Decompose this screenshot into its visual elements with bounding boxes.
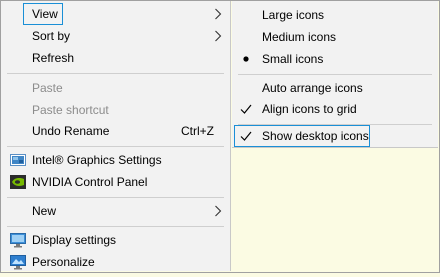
submenu-item-auto-arrange[interactable]: Auto arrange icons <box>232 77 438 99</box>
menu-item-label: Sort by <box>32 29 71 43</box>
submenu-item-label: Show desktop icons <box>262 129 369 143</box>
menu-item-intel-graphics[interactable]: Intel® Graphics Settings <box>1 149 230 171</box>
checkmark-icon <box>240 98 254 120</box>
submenu-item-label: Auto arrange icons <box>262 81 363 95</box>
submenu-item-label: Medium icons <box>262 30 337 44</box>
menu-item-undo-rename[interactable]: Undo Rename Ctrl+Z <box>1 120 230 142</box>
submenu-item-align-to-grid[interactable]: Align icons to grid <box>232 98 438 120</box>
menu-item-view[interactable]: View <box>1 3 230 25</box>
submenu-item-label: Align icons to grid <box>262 102 357 116</box>
nvidia-icon <box>10 174 26 190</box>
chevron-right-icon <box>214 3 222 25</box>
shortcut-text: Ctrl+Z <box>181 124 214 138</box>
menu-item-label: New <box>32 204 57 218</box>
menu-item-label: Display settings <box>32 233 117 247</box>
menu-item-nvidia-control-panel[interactable]: NVIDIA Control Panel <box>1 171 230 193</box>
view-submenu: Large icons Medium icons Small icons Aut… <box>232 1 438 148</box>
menu-item-display-settings[interactable]: Display settings <box>1 229 230 251</box>
menu-item-label: Personalize <box>32 255 95 269</box>
menu-item-paste-shortcut: Paste shortcut <box>1 99 230 121</box>
menu-item-refresh[interactable]: Refresh <box>1 47 230 69</box>
chevron-right-icon <box>214 25 222 47</box>
menu-separator <box>7 146 224 147</box>
submenu-item-medium-icons[interactable]: Medium icons <box>232 26 438 48</box>
submenu-item-small-icons[interactable]: Small icons <box>232 48 438 70</box>
menu-separator <box>7 73 224 74</box>
personalize-icon <box>10 254 26 270</box>
checkmark-icon <box>240 125 254 147</box>
desktop-context-menu: View Sort by Refresh Paste Paste shortcu… <box>1 1 231 271</box>
menu-separator <box>7 197 224 198</box>
menu-item-sort-by[interactable]: Sort by <box>1 25 230 47</box>
submenu-separator <box>238 74 432 75</box>
menu-item-label: Refresh <box>32 51 75 65</box>
menu-item-label: Undo Rename <box>32 124 110 138</box>
submenu-item-label: Small icons <box>262 52 324 66</box>
submenu-item-label: Large icons <box>262 8 325 22</box>
menu-item-label: View <box>32 7 58 21</box>
menu-item-label: Intel® Graphics Settings <box>32 153 162 167</box>
menu-item-label: Paste <box>32 81 63 95</box>
menu-item-label: NVIDIA Control Panel <box>32 175 148 189</box>
submenu-item-show-desktop-icons[interactable]: Show desktop icons <box>232 125 438 147</box>
intel-graphics-icon <box>10 152 26 168</box>
menu-separator <box>7 226 224 227</box>
menu-item-personalize[interactable]: Personalize <box>1 251 230 273</box>
submenu-item-large-icons[interactable]: Large icons <box>232 4 438 26</box>
menu-item-paste: Paste <box>1 77 230 99</box>
menu-item-label: Paste shortcut <box>32 103 109 117</box>
display-settings-icon <box>10 232 26 248</box>
chevron-right-icon <box>214 200 222 222</box>
menu-item-new[interactable]: New <box>1 200 230 222</box>
bullet-icon <box>240 48 254 70</box>
